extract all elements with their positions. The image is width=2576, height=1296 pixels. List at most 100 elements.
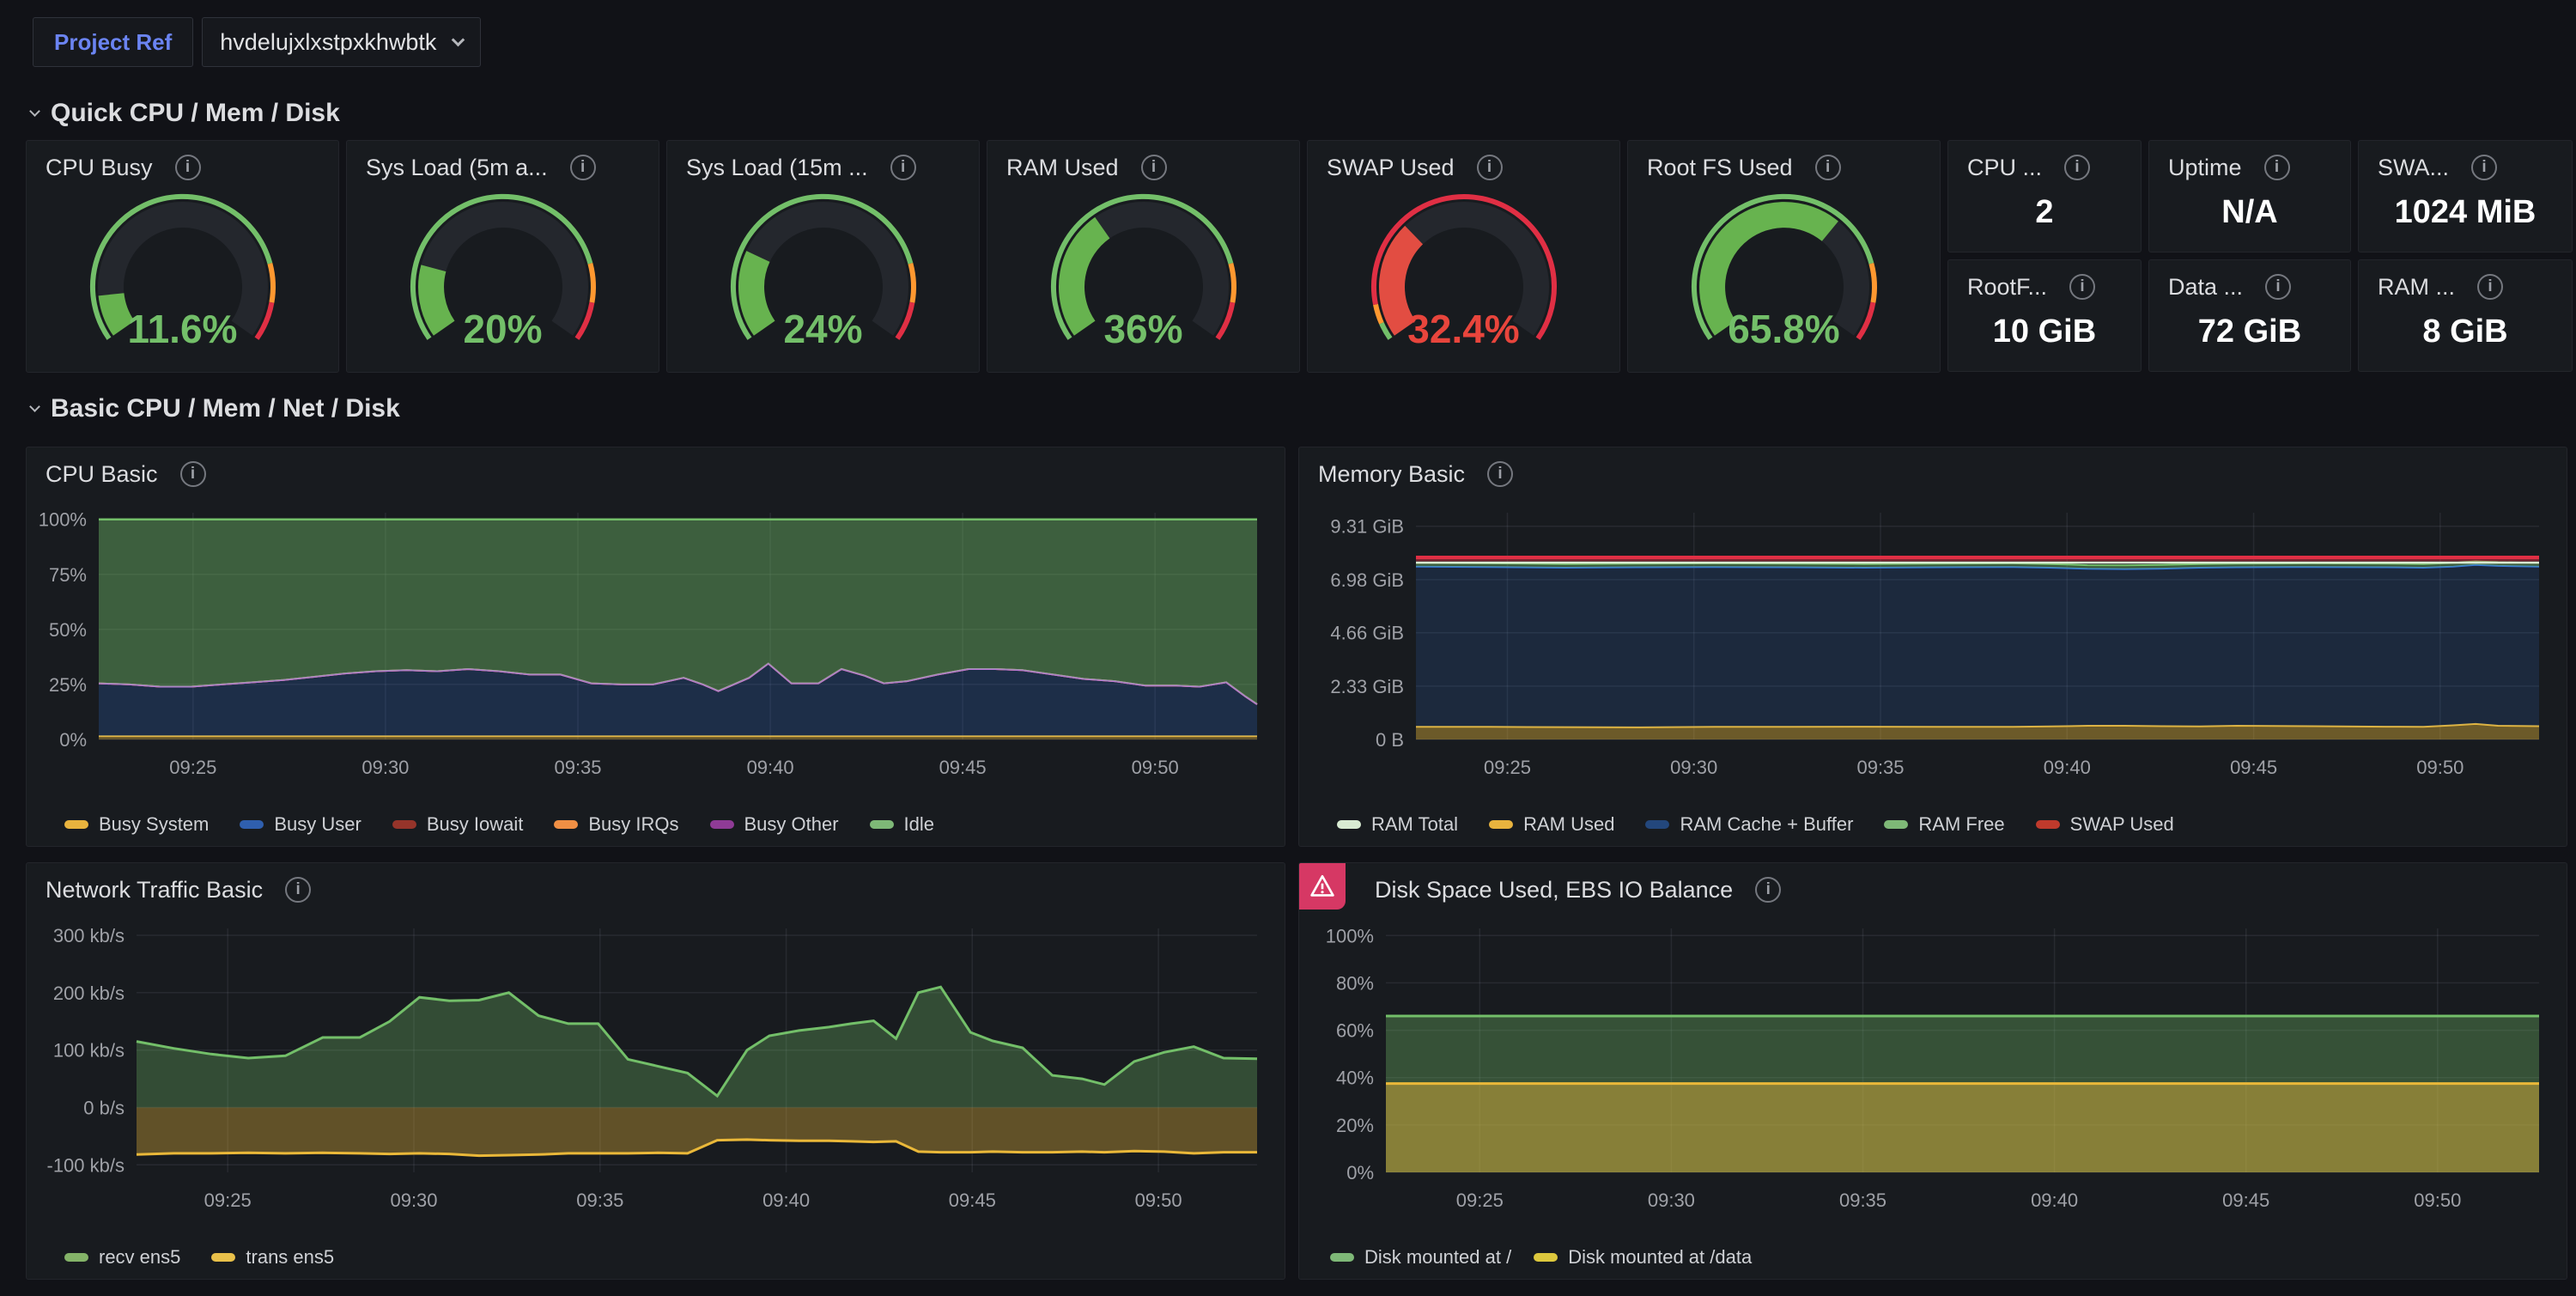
panel-header[interactable]: Data ... i bbox=[2149, 260, 2350, 301]
panel-gauge-root-fs-used: Root FS Used i 65.8% bbox=[1627, 140, 1941, 373]
legend-label: Disk mounted at / bbox=[1364, 1246, 1511, 1269]
memory-basic-legend: RAM Total RAM Used RAM Cache + Buffer RAM F… bbox=[1337, 813, 2174, 836]
legend-label: RAM Total bbox=[1371, 813, 1458, 836]
quick-row: CPU Busy i 11.6% Sys Load (5m a... i 20%… bbox=[0, 140, 2576, 373]
svg-text:-100 kb/s: -100 kb/s bbox=[47, 1154, 125, 1176]
legend-swatch-icon bbox=[554, 820, 578, 829]
legend-label: Busy System bbox=[99, 813, 209, 836]
info-icon[interactable]: i bbox=[2264, 155, 2290, 180]
legend-item[interactable]: trans ens5 bbox=[211, 1246, 334, 1269]
legend-item[interactable]: RAM Free bbox=[1884, 813, 2004, 836]
network-traffic-chart[interactable]: -100 kb/s0 b/s100 kb/s200 kb/s300 kb/s09… bbox=[32, 904, 1279, 1229]
panel-header[interactable]: RAM Used i bbox=[987, 141, 1299, 182]
svg-text:09:50: 09:50 bbox=[1135, 1190, 1182, 1211]
panel-title: Sys Load (5m a... bbox=[366, 155, 548, 181]
grafana-dashboard: Project Ref hvdelujxlxstpxkhwbtk Quick C… bbox=[0, 0, 2576, 1296]
svg-text:0%: 0% bbox=[1346, 1162, 1374, 1183]
info-icon[interactable]: i bbox=[2064, 155, 2090, 180]
svg-text:9.31 GiB: 9.31 GiB bbox=[1330, 516, 1404, 538]
legend-item[interactable]: RAM Total bbox=[1337, 813, 1458, 836]
svg-text:100%: 100% bbox=[39, 509, 87, 531]
section-title: Basic CPU / Mem / Net / Disk bbox=[51, 394, 400, 423]
alert-state-badge[interactable] bbox=[1299, 863, 1346, 910]
svg-text:09:25: 09:25 bbox=[204, 1190, 252, 1211]
section-basic-cpu-mem-net-disk[interactable]: Basic CPU / Mem / Net / Disk bbox=[31, 393, 400, 424]
info-icon[interactable]: i bbox=[285, 877, 311, 903]
panel-header[interactable]: Root FS Used i bbox=[1628, 141, 1940, 182]
info-icon[interactable]: i bbox=[570, 155, 596, 180]
project-ref-value: hvdelujxlxstpxkhwbtk bbox=[220, 29, 436, 56]
panel-stat-swap-total: SWA... i 1024 MiB bbox=[2358, 140, 2573, 253]
info-icon[interactable]: i bbox=[890, 155, 916, 180]
legend-item[interactable]: Busy Other bbox=[710, 813, 839, 836]
project-ref-dropdown[interactable]: hvdelujxlxstpxkhwbtk bbox=[202, 17, 481, 67]
info-icon[interactable]: i bbox=[2471, 155, 2497, 180]
chevron-down-icon bbox=[452, 33, 465, 46]
panel-header[interactable]: CPU Basic i bbox=[27, 447, 1285, 489]
panel-stat-ram-total: RAM ... i 8 GiB bbox=[2358, 259, 2573, 372]
info-icon[interactable]: i bbox=[1141, 155, 1167, 180]
info-icon[interactable]: i bbox=[175, 155, 201, 180]
panel-header[interactable]: Network Traffic Basic i bbox=[27, 863, 1285, 904]
panel-title: CPU ... bbox=[1967, 155, 2042, 181]
legend-item[interactable]: recv ens5 bbox=[64, 1246, 180, 1269]
info-icon[interactable]: i bbox=[2265, 274, 2291, 300]
disk-space-chart[interactable]: 0%20%40%60%80%100%09:2509:3009:3509:4009… bbox=[1304, 904, 2561, 1229]
panel-stat-uptime: Uptime i N/A bbox=[2148, 140, 2351, 253]
legend-item[interactable]: RAM Used bbox=[1489, 813, 1614, 836]
panel-header[interactable]: CPU Busy i bbox=[27, 141, 338, 182]
info-icon[interactable]: i bbox=[2477, 274, 2503, 300]
legend-swatch-icon bbox=[240, 820, 264, 829]
panel-header[interactable]: Uptime i bbox=[2149, 141, 2350, 182]
panel-header[interactable]: CPU ... i bbox=[1948, 141, 2141, 182]
legend-item[interactable]: RAM Cache + Buffer bbox=[1645, 813, 1853, 836]
panel-header[interactable]: SWAP Used i bbox=[1308, 141, 1619, 182]
panel-title: RootF... bbox=[1967, 274, 2047, 301]
svg-text:300 kb/s: 300 kb/s bbox=[53, 925, 125, 946]
svg-text:09:45: 09:45 bbox=[2230, 757, 2277, 778]
section-quick-cpu-mem-disk[interactable]: Quick CPU / Mem / Disk bbox=[31, 98, 340, 129]
info-icon[interactable]: i bbox=[2069, 274, 2095, 300]
svg-text:09:25: 09:25 bbox=[1484, 757, 1531, 778]
panel-gauge-ram-used: RAM Used i 36% bbox=[987, 140, 1300, 373]
panel-stat-data-disk: Data ... i 72 GiB bbox=[2148, 259, 2351, 372]
stat-value: 72 GiB bbox=[2149, 313, 2350, 350]
svg-text:25%: 25% bbox=[49, 674, 87, 696]
legend-label: Busy Other bbox=[744, 813, 839, 836]
svg-text:20%: 20% bbox=[1336, 1115, 1374, 1136]
panel-header[interactable]: Memory Basic i bbox=[1299, 447, 2567, 489]
stat-value: 2 bbox=[1948, 194, 2141, 231]
info-icon[interactable]: i bbox=[1487, 461, 1513, 487]
info-icon[interactable]: i bbox=[1477, 155, 1503, 180]
panel-title: Root FS Used bbox=[1647, 155, 1793, 181]
legend-item[interactable]: Busy Iowait bbox=[392, 813, 524, 836]
panel-header[interactable]: Disk Space Used, EBS IO Balance i bbox=[1299, 863, 2567, 904]
legend-label: RAM Used bbox=[1523, 813, 1614, 836]
panel-header[interactable]: SWA... i bbox=[2359, 141, 2572, 182]
legend-item[interactable]: Busy IRQs bbox=[554, 813, 678, 836]
panel-header[interactable]: RAM ... i bbox=[2359, 260, 2572, 301]
legend-item[interactable]: Idle bbox=[870, 813, 934, 836]
info-icon[interactable]: i bbox=[1815, 155, 1841, 180]
legend-item[interactable]: Busy System bbox=[64, 813, 209, 836]
panel-disk-space-used: Disk Space Used, EBS IO Balance i 0%20%4… bbox=[1298, 862, 2567, 1280]
section-title: Quick CPU / Mem / Disk bbox=[51, 99, 340, 128]
memory-basic-chart[interactable]: 0 B2.33 GiB4.66 GiB6.98 GiB9.31 GiB09:25… bbox=[1304, 489, 2561, 796]
legend-swatch-icon bbox=[1534, 1253, 1558, 1262]
panel-header[interactable]: Sys Load (5m a... i bbox=[347, 141, 659, 182]
cpu-basic-chart[interactable]: 0%25%50%75%100%09:2509:3009:3509:4009:45… bbox=[32, 489, 1279, 796]
legend-item[interactable]: Disk mounted at /data bbox=[1534, 1246, 1752, 1269]
svg-text:100 kb/s: 100 kb/s bbox=[53, 1040, 125, 1062]
svg-text:09:35: 09:35 bbox=[576, 1190, 623, 1211]
panel-title: Uptime bbox=[2168, 155, 2242, 181]
legend-item[interactable]: Disk mounted at / bbox=[1330, 1246, 1511, 1269]
panel-header[interactable]: Sys Load (15m ... i bbox=[667, 141, 979, 182]
svg-text:09:45: 09:45 bbox=[939, 757, 987, 778]
legend-item[interactable]: SWAP Used bbox=[2036, 813, 2174, 836]
info-icon[interactable]: i bbox=[1755, 877, 1781, 903]
svg-text:09:30: 09:30 bbox=[1648, 1190, 1695, 1211]
info-icon[interactable]: i bbox=[180, 461, 206, 487]
svg-text:09:30: 09:30 bbox=[1670, 757, 1717, 778]
panel-header[interactable]: RootF... i bbox=[1948, 260, 2141, 301]
legend-item[interactable]: Busy User bbox=[240, 813, 361, 836]
